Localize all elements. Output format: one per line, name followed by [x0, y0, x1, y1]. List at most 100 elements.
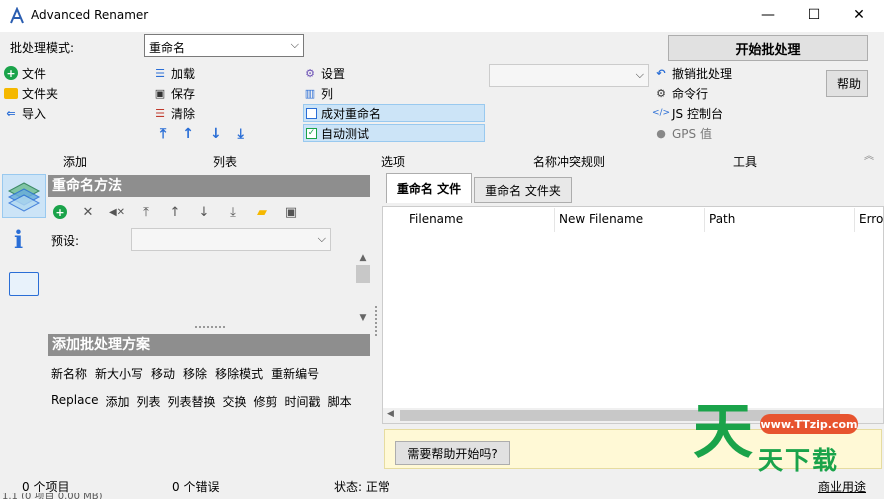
app-logo-icon — [10, 7, 24, 24]
move-top-icon[interactable]: ⤒ — [138, 204, 154, 220]
column-new-filename[interactable]: New Filename — [555, 208, 705, 232]
add-method-icon[interactable]: + — [53, 205, 67, 219]
preset-select[interactable]: ⌵ — [131, 228, 331, 251]
chevron-down-icon: ⌵ — [635, 68, 644, 81]
add-folder-button[interactable]: 文件夹 — [4, 84, 124, 102]
methods-toolbar: + ✕ ◀✕ ⤒ ↑ ↓ ⤓ ▰ ▣ — [53, 204, 299, 220]
file-list[interactable] — [382, 206, 884, 424]
panel-splitter[interactable] — [195, 326, 225, 330]
method-list-row2: Replace 添加 列表 列表替换 交换 修剪 时间戳 脚本 — [51, 393, 352, 410]
import-button[interactable]: ⇐ 导入 — [4, 104, 124, 122]
section-label-tools: 工具 — [733, 155, 758, 169]
scroll-left-icon[interactable]: ◀ — [387, 409, 394, 419]
method-script[interactable]: 脚本 — [328, 393, 352, 410]
layers-icon — [7, 182, 41, 212]
method-remove-pattern[interactable]: 移除模式 — [215, 365, 263, 382]
move-bottom-icon[interactable]: ⤓ — [225, 204, 241, 220]
method-new-case[interactable]: 新大小写 — [95, 365, 143, 382]
js-console-label: JS 控制台 — [672, 106, 723, 121]
move-down-icon[interactable]: ↓ — [210, 126, 222, 142]
rename-methods-header: 重命名方法 — [48, 175, 370, 197]
add-files-button[interactable]: + 文件 — [4, 64, 124, 82]
method-remove[interactable]: 移除 — [183, 365, 207, 382]
batch-mode-select[interactable]: 重命名 ⌵ — [144, 34, 304, 57]
method-new-name[interactable]: 新名称 — [51, 365, 87, 382]
scroll-up-icon[interactable]: ▲ — [355, 253, 371, 263]
settings-button[interactable]: ⚙ 设置 — [303, 64, 485, 82]
close-button[interactable]: ✕ — [836, 0, 882, 30]
js-console-button[interactable]: </> JS 控制台 — [651, 104, 794, 122]
clear-list-button[interactable]: ☰ 清除 — [153, 104, 273, 122]
location-pin-icon: ● — [656, 126, 666, 140]
method-trim[interactable]: 修剪 — [254, 393, 278, 410]
maximize-button[interactable]: ☐ — [791, 0, 837, 30]
load-list-button[interactable]: ☰ 加载 — [153, 64, 273, 82]
column-filename[interactable]: Filename — [405, 208, 555, 232]
info-icon[interactable]: i — [14, 225, 23, 254]
columns-button[interactable]: ▥ 列 — [303, 84, 485, 102]
move-up-icon[interactable]: ↑ — [182, 126, 194, 142]
method-add[interactable]: 添加 — [105, 393, 129, 410]
method-list-replace[interactable]: 列表替换 — [168, 393, 216, 410]
command-line-button[interactable]: ⚙ 命令行 — [654, 84, 794, 102]
method-swap[interactable]: 交换 — [223, 393, 247, 410]
watermark-url: www.TTzip.com — [760, 414, 858, 434]
auto-test-toggle[interactable]: ✓ 自动测试 — [303, 124, 485, 142]
remove-method-icon[interactable]: ✕ — [80, 204, 96, 220]
license-link[interactable]: 商业用途 — [818, 478, 866, 495]
pair-rename-label: 成对重命名 — [321, 106, 382, 121]
undo-batch-label: 撤销批处理 — [672, 66, 733, 81]
method-move[interactable]: 移动 — [151, 365, 175, 382]
watermark-big-char: 天 — [693, 397, 753, 467]
status-partial-line: 1.1 (0 项目 0.00 MB) — [2, 493, 103, 499]
open-folder-icon[interactable]: ▰ — [254, 204, 270, 220]
need-help-button[interactable]: 需要帮助开始吗? — [395, 441, 510, 465]
save-icon[interactable]: ▣ — [283, 204, 299, 220]
column-error[interactable]: Erro — [855, 208, 884, 232]
vertical-splitter[interactable] — [375, 306, 379, 336]
method-list[interactable]: 列表 — [136, 393, 160, 410]
section-label-list: 列表 — [213, 155, 238, 169]
move-down-icon[interactable]: ↓ — [196, 204, 212, 220]
settings-label: 设置 — [321, 66, 346, 81]
sidebar-item-methods[interactable] — [2, 174, 46, 218]
start-batch-button[interactable]: 开始批处理 — [668, 35, 868, 61]
gps-button[interactable]: ● GPS 值 — [654, 124, 794, 142]
undo-batch-button[interactable]: ↶ 撤销批处理 — [654, 64, 794, 82]
method-renumber[interactable]: 重新编号 — [271, 365, 319, 382]
status-error-count: 0 个错误 — [172, 480, 220, 494]
add-folder-label: 文件夹 — [22, 86, 59, 101]
tab-rename-files[interactable]: 重命名 文件 — [386, 173, 472, 203]
window-title: Advanced Renamer — [31, 8, 149, 22]
save-icon: ▣ — [154, 86, 166, 100]
list-group: ☰ 加载 ▣ 保存 ☰ 清除 — [153, 64, 273, 122]
scroll-down-icon[interactable]: ▼ — [355, 313, 371, 323]
help-button[interactable]: 帮助 — [826, 70, 868, 97]
move-up-icon[interactable]: ↑ — [167, 204, 183, 220]
save-list-button[interactable]: ▣ 保存 — [153, 84, 273, 102]
clear-methods-icon[interactable]: ◀✕ — [109, 204, 125, 220]
section-label-options: 选项 — [381, 155, 406, 169]
scroll-thumb[interactable] — [356, 265, 370, 283]
move-arrows: ⤒ ↑ ↓ ⤓ — [160, 126, 244, 142]
minimize-button[interactable]: — — [745, 0, 791, 30]
add-batch-method-header: 添加批处理方案 — [48, 334, 370, 356]
folder-outline-icon[interactable] — [9, 272, 39, 296]
folder-icon — [4, 87, 18, 99]
chevron-down-icon: ⌵ — [290, 38, 299, 51]
method-replace[interactable]: Replace — [51, 393, 98, 410]
method-timestamp[interactable]: 时间戳 — [285, 393, 321, 410]
methods-scrollbar[interactable]: ▲ ▼ — [355, 253, 371, 323]
add-group: + 文件 文件夹 ⇐ 导入 — [4, 64, 124, 122]
column-path[interactable]: Path — [705, 208, 855, 232]
move-top-icon[interactable]: ⤒ — [160, 126, 166, 142]
options-group: ⚙ 设置 ▥ 列 成对重命名 ✓ 自动测试 — [303, 64, 485, 142]
collapse-ribbon-icon[interactable]: ︽ — [864, 147, 874, 162]
pair-rename-toggle[interactable]: 成对重命名 — [303, 104, 485, 122]
auto-test-label: 自动测试 — [321, 126, 370, 141]
move-bottom-icon[interactable]: ⤓ — [238, 126, 244, 142]
code-icon: </> — [651, 107, 671, 118]
tab-rename-folders[interactable]: 重命名 文件夹 — [474, 177, 572, 203]
settings-icon: ⚙ — [305, 66, 315, 80]
name-conflict-select[interactable]: ⌵ — [489, 64, 649, 87]
